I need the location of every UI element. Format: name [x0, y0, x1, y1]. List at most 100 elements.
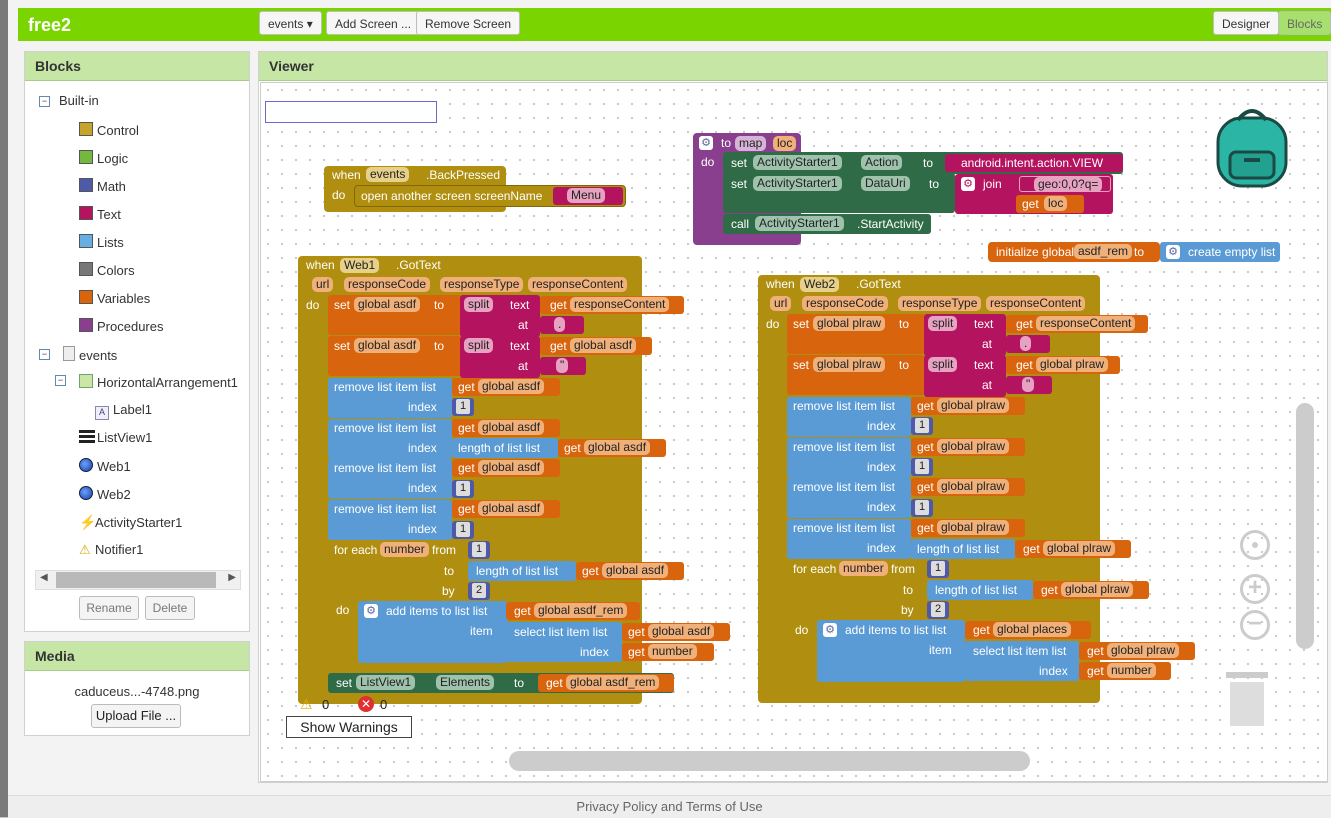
add-items-to-list-block[interactable]: ⚙ add items to list list item — [817, 620, 965, 682]
workspace-h-scrollbar[interactable] — [509, 751, 1030, 771]
number-block[interactable]: 2 — [468, 582, 490, 600]
zoom-out-icon[interactable]: − — [1240, 610, 1270, 640]
get-global-asdf-block[interactable]: get global asdf — [576, 562, 684, 580]
split-block[interactable]: split text at — [460, 336, 540, 378]
add-items-to-list-block[interactable]: ⚙ add items to list list item — [358, 601, 508, 663]
component-notifier1[interactable]: ⚠ Notifier1 — [79, 542, 143, 558]
text-block-action[interactable]: android.intent.action.VIEW — [945, 154, 1123, 172]
set-listview-elements-block[interactable]: set ListView1 Elements to get global asdf… — [328, 673, 674, 693]
number-block[interactable]: 1 — [911, 458, 933, 476]
trash-icon[interactable] — [1226, 672, 1268, 726]
category-math[interactable]: Math — [79, 178, 126, 195]
component-label1[interactable]: A Label1 — [95, 402, 152, 420]
component-web2[interactable]: Web2 — [79, 486, 131, 503]
get-global-plraw-block[interactable]: get global plraw — [1006, 356, 1120, 374]
show-warnings-button[interactable]: Show Warnings — [286, 716, 412, 738]
builtin-label[interactable]: Built-in — [59, 93, 99, 109]
screen-select-button[interactable]: events ▾ — [259, 11, 322, 35]
split-block[interactable]: split text at — [924, 314, 1006, 356]
get-loc-block[interactable]: get loc — [1016, 195, 1084, 213]
length-of-list-block[interactable]: length of list list — [927, 580, 1033, 600]
get-global-plraw-block[interactable]: get global plraw — [911, 519, 1025, 537]
number-block[interactable]: 1 — [468, 541, 490, 559]
category-logic[interactable]: Logic — [79, 150, 128, 167]
number-block[interactable]: 1 — [452, 398, 474, 416]
length-of-list-block[interactable]: length of list list — [452, 438, 558, 458]
get-global-asdf-block[interactable]: get global asdf — [622, 623, 730, 641]
get-global-plraw-block[interactable]: get global plraw — [911, 438, 1025, 456]
select-list-item-block[interactable]: select list item list index — [965, 641, 1079, 681]
number-block[interactable]: 1 — [911, 499, 933, 517]
set-global-plraw-block[interactable]: set global plraw to — [787, 355, 925, 395]
get-number-block[interactable]: get number — [1079, 662, 1171, 680]
remove-list-item-block[interactable]: remove list item list index — [328, 500, 452, 540]
component-dropdown[interactable]: events — [366, 167, 410, 182]
component-harr[interactable]: HorizontalArrangement1 — [79, 374, 238, 391]
select-list-item-block[interactable]: select list item list index — [506, 622, 622, 662]
get-global-places-block[interactable]: get global places — [965, 621, 1091, 639]
get-global-asdf-block[interactable]: get global asdf — [452, 378, 560, 396]
rename-button[interactable]: Rename — [79, 596, 139, 620]
collapse-harr-icon[interactable]: − — [55, 375, 66, 386]
gear-icon[interactable]: ⚙ — [1166, 245, 1180, 259]
initialize-global-block[interactable]: initialize global asdf_rem to — [988, 242, 1160, 262]
set-global-asdf-block[interactable]: set global asdf to — [328, 295, 462, 335]
text-block-menu[interactable]: Menu — [553, 187, 623, 205]
number-block[interactable]: 1 — [911, 417, 933, 435]
get-global-plraw-block[interactable]: get global plraw — [911, 478, 1025, 496]
text-block-newline[interactable]: " — [1006, 376, 1052, 394]
remove-list-item-block[interactable]: remove list item list index — [328, 459, 452, 499]
component-activitystarter1[interactable]: ⚡ActivityStarter1 — [79, 514, 182, 531]
backpack-icon[interactable] — [1210, 100, 1300, 192]
number-block[interactable]: 1 — [452, 521, 474, 539]
create-empty-list-block[interactable]: ⚙ create empty list — [1160, 242, 1280, 262]
screen-events[interactable]: events — [63, 346, 117, 364]
gear-icon[interactable]: ⚙ — [823, 623, 837, 637]
get-number-block[interactable]: get number — [622, 643, 714, 661]
text-block-dot[interactable]: . — [540, 316, 584, 334]
remove-list-item-block[interactable]: remove list item list index — [787, 397, 911, 437]
upload-file-button[interactable]: Upload File ... — [91, 704, 181, 728]
get-global-asdf-block[interactable]: get global asdf — [558, 439, 666, 457]
get-global-plraw-block[interactable]: get global plraw — [1015, 540, 1131, 558]
designer-button[interactable]: Designer — [1213, 11, 1280, 35]
category-colors[interactable]: Colors — [79, 262, 135, 279]
get-responsecontent-block[interactable]: get responseContent — [1006, 315, 1148, 333]
text-block-newline[interactable]: " — [540, 357, 586, 375]
number-block[interactable]: 2 — [927, 601, 949, 619]
media-file[interactable]: caduceus...-4748.png — [25, 684, 249, 699]
get-global-plraw-block[interactable]: get global plraw — [1033, 581, 1149, 599]
privacy-policy-link[interactable]: Privacy Policy and Terms of Use — [576, 799, 762, 814]
scrollbar-thumb[interactable] — [56, 572, 216, 588]
set-datauri-block[interactable]: set ActivityStarter1 DataUri to — [723, 173, 955, 213]
remove-screen-button[interactable]: Remove Screen — [416, 11, 521, 35]
get-global-asdf-rem-block[interactable]: get global asdf_rem — [538, 674, 674, 692]
workspace-v-scrollbar[interactable] — [1296, 403, 1314, 649]
blocks-button[interactable]: Blocks — [1278, 11, 1331, 35]
number-block[interactable]: 1 — [452, 480, 474, 498]
delete-button[interactable]: Delete — [145, 596, 195, 620]
get-responsecontent-block[interactable]: get responseContent — [540, 296, 684, 314]
scroll-right-icon[interactable]: ▶ — [228, 572, 236, 583]
number-block[interactable]: 1 — [927, 560, 949, 578]
split-block[interactable]: split text at — [460, 295, 540, 337]
remove-list-item-block[interactable]: remove list item list index — [787, 478, 911, 518]
get-global-asdf-block[interactable]: get global asdf — [452, 500, 560, 518]
gear-icon[interactable]: ⚙ — [364, 604, 378, 618]
call-startactivity-block[interactable]: call ActivityStarter1 .StartActivity — [723, 214, 931, 234]
get-global-plraw-block[interactable]: get global plraw — [911, 397, 1025, 415]
gear-icon[interactable]: ⚙ — [961, 177, 975, 191]
workspace-search-input[interactable] — [265, 101, 437, 123]
collapse-builtin-icon[interactable]: − — [39, 96, 50, 107]
zoom-in-icon[interactable]: + — [1240, 574, 1270, 604]
collapse-screen-icon[interactable]: − — [39, 349, 50, 360]
get-global-asdf-block[interactable]: get global asdf — [452, 419, 560, 437]
remove-list-item-block[interactable]: remove list item list index — [787, 438, 911, 478]
tree-horizontal-scrollbar[interactable]: ◀ ▶ — [35, 570, 241, 590]
split-block[interactable]: split text at — [924, 355, 1006, 397]
set-global-plraw-block[interactable]: set global plraw to — [787, 314, 925, 354]
remove-list-item-block[interactable]: remove list item list index — [328, 378, 452, 418]
length-of-list-block[interactable]: length of list list — [911, 539, 1015, 559]
get-global-asdf-block[interactable]: get global asdf — [540, 337, 652, 355]
open-screen-block[interactable]: open another screen screenName Menu — [354, 185, 626, 207]
